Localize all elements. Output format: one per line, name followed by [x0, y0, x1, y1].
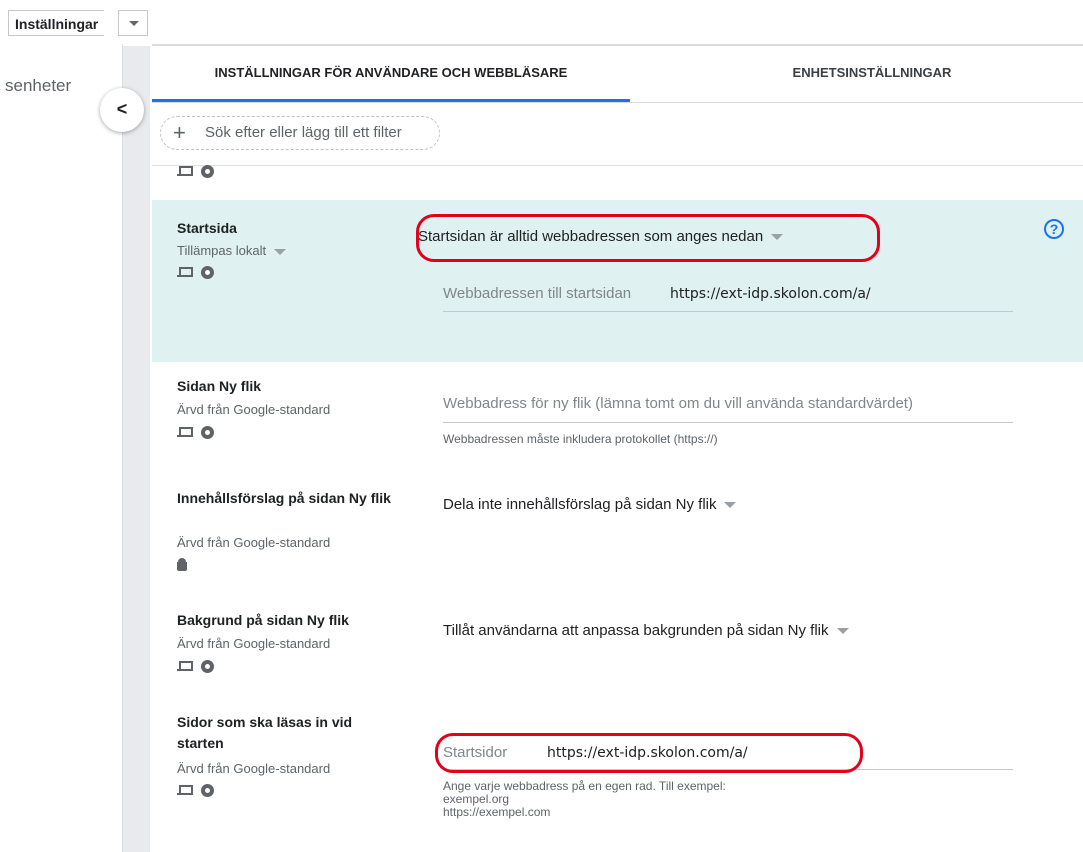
setting-platform-icons [177, 658, 222, 674]
filter-placeholder: Sök efter eller lägg till ett filter [205, 124, 402, 141]
chevron-down-icon [274, 248, 287, 255]
add-filter-icon: + [173, 120, 186, 145]
laptop-icon [177, 785, 193, 796]
setting-title-startsida: Startsida [177, 220, 237, 236]
startup-pages-helper-3: https://exempel.com [443, 805, 551, 819]
settings-tabs: INSTÄLLNINGAR FÖR ANVÄNDARE OCH WEBBLÄSA… [152, 46, 1083, 103]
setting-platform-icons [177, 264, 222, 280]
startsida-url-input[interactable]: https://ext-idp.skolon.com/a/ [670, 286, 871, 302]
setting-title-background: Bakgrund på sidan Ny flik [177, 612, 349, 628]
collapse-sidebar-button[interactable]: < [100, 88, 144, 132]
previous-row-icons [177, 163, 222, 179]
setting-platform-icons [177, 424, 222, 440]
chevron-down-icon [836, 628, 849, 635]
sidebar-item-devices[interactable]: senheter [5, 76, 71, 96]
setting-source-startup-pages: Ärvd från Google-standard [177, 761, 331, 776]
top-bar: Inställningar [0, 0, 1083, 44]
laptop-icon [177, 166, 193, 177]
setting-platform-icons [177, 556, 195, 572]
chrome-icon [201, 426, 214, 440]
chrome-icon [201, 165, 214, 179]
new-tab-helper-text: Webbadressen måste inkludera protokollet… [443, 432, 718, 446]
search-filter-input[interactable]: + Sök efter eller lägg till ett filter [160, 116, 440, 150]
annotation-oval-startup [435, 733, 863, 773]
startsida-url-underline [443, 311, 1013, 312]
laptop-icon [177, 427, 193, 438]
tab-device-settings[interactable]: ENHETSINSTÄLLNINGAR [752, 46, 992, 102]
setting-source-background: Ärvd från Google-standard [177, 636, 331, 651]
settings-dropdown-button[interactable]: Inställningar [8, 10, 105, 36]
chrome-icon [201, 784, 214, 798]
new-tab-url-input[interactable]: Webbadress för ny flik (lämna tomt om du… [443, 395, 913, 412]
setting-title-content-suggestions: Innehållsförslag på sidan Ny flik [177, 490, 391, 506]
tab-user-browser-settings[interactable]: INSTÄLLNINGAR FÖR ANVÄNDARE OCH WEBBLÄSA… [152, 46, 630, 102]
panel-gutter [123, 46, 150, 852]
setting-source-new-tab: Ärvd från Google-standard [177, 402, 331, 417]
startsida-url-label: Webbadressen till startsidan [443, 285, 632, 302]
chrome-icon [201, 660, 214, 674]
settings-dropdown-caret[interactable] [118, 10, 148, 36]
setting-title-new-tab: Sidan Ny flik [177, 378, 262, 394]
setting-platform-icons [177, 782, 222, 798]
annotation-oval-mode [416, 214, 880, 262]
laptop-icon [177, 267, 193, 278]
android-icon [177, 558, 187, 572]
laptop-icon [177, 661, 193, 672]
background-select[interactable]: Tillåt användarna att anpassa bakgrunden… [443, 622, 849, 639]
help-circle-icon[interactable]: ? [1044, 219, 1064, 239]
new-tab-url-underline [443, 422, 1013, 423]
content-suggestions-select[interactable]: Dela inte innehållsförslag på sidan Ny f… [443, 496, 737, 513]
setting-title-startup-pages: Sidor som ska läsas in vid starten [177, 714, 353, 751]
chrome-icon [201, 266, 214, 280]
filter-divider [152, 165, 1083, 166]
chevron-left-icon: < [116, 99, 128, 119]
left-sidebar: senheter [0, 44, 123, 852]
setting-source-content-suggestions: Ärvd från Google-standard [177, 535, 331, 550]
chevron-down-icon [129, 21, 139, 26]
chevron-down-icon [724, 502, 737, 509]
setting-source-startsida[interactable]: Tillämpas lokalt [177, 243, 287, 258]
